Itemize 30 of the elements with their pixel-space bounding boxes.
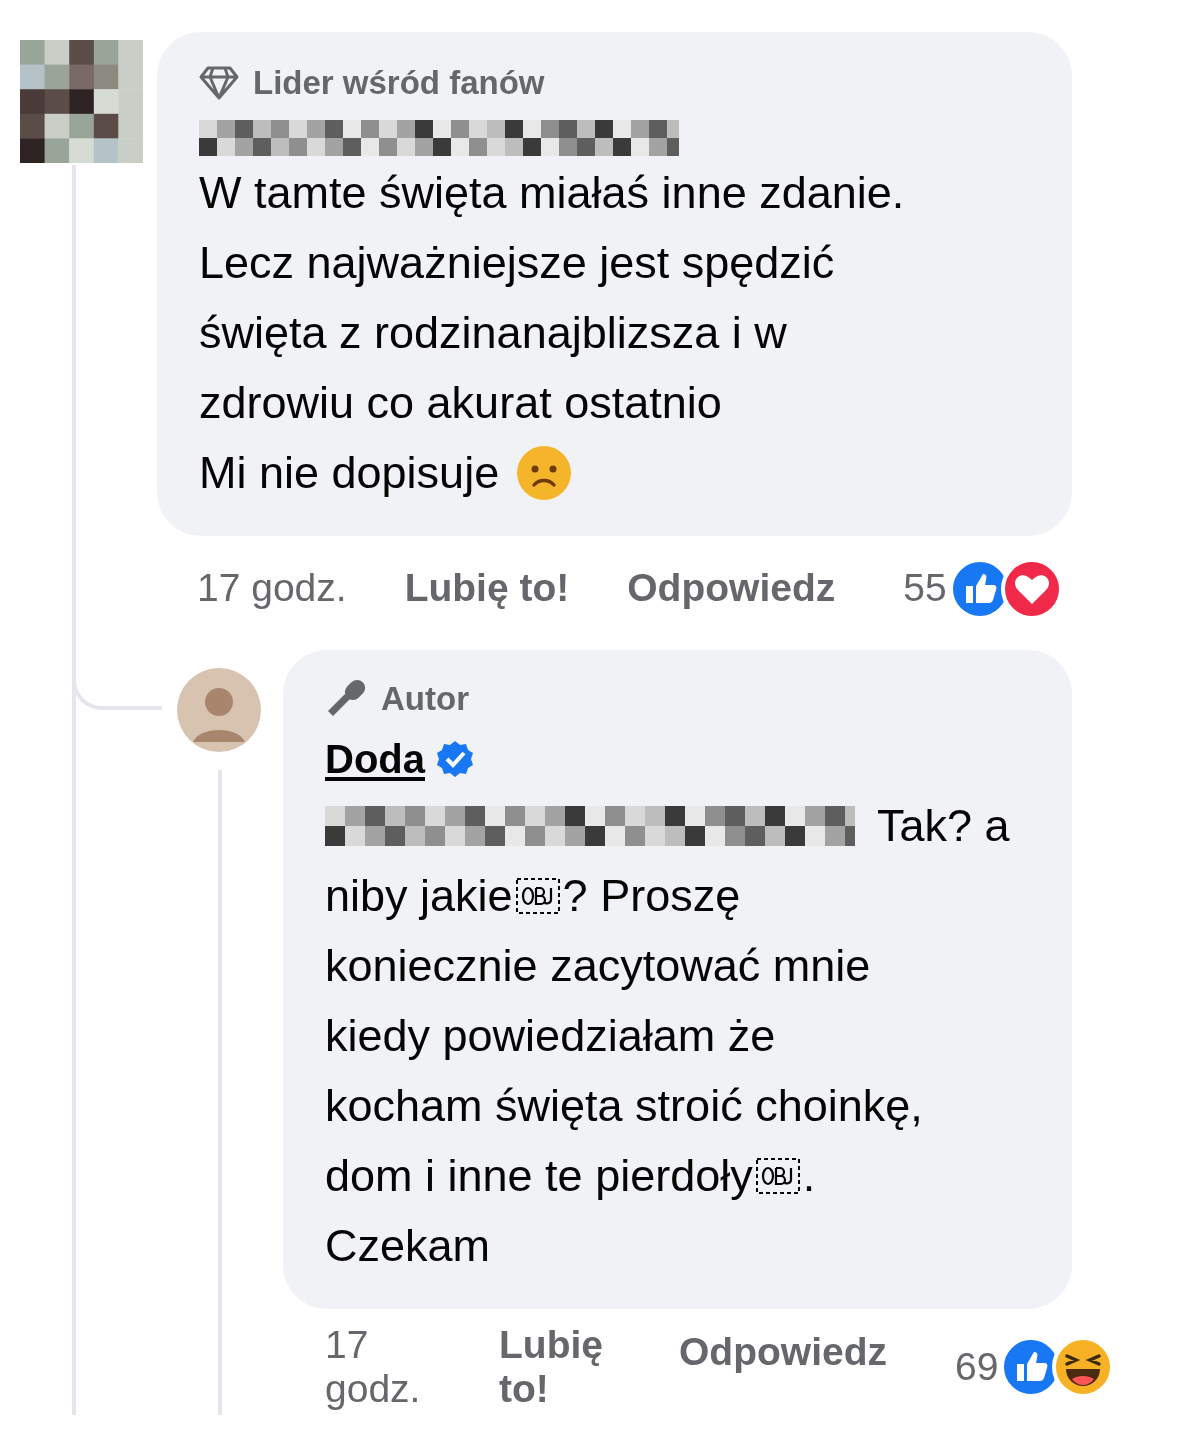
- comment-text: ? Proszę: [562, 869, 741, 924]
- comment-text: niby jakie: [325, 869, 513, 924]
- comment-text: kiedy powiedziałam że: [325, 1009, 776, 1064]
- avatar[interactable]: [177, 667, 261, 752]
- like-button[interactable]: Lubię to!: [404, 559, 570, 618]
- comment-text: Czekam: [325, 1219, 491, 1274]
- badge-label: Lider wśród fanów: [253, 63, 545, 103]
- author-name[interactable]: Doda: [325, 729, 425, 789]
- like-button[interactable]: Lubię to!: [499, 1323, 619, 1411]
- comment-text: Mi nie dopisuje: [199, 445, 500, 500]
- object-placeholder-icon: [754, 1156, 801, 1196]
- reply-button[interactable]: Odpowiedz: [679, 1323, 887, 1382]
- timestamp[interactable]: 17 godz.: [197, 559, 347, 618]
- comment-text: kocham święta stroić choinkę,: [325, 1079, 923, 1134]
- badge-label: Autor: [381, 678, 469, 719]
- diamond-icon: [199, 64, 239, 101]
- comment-text: dom i inne te pierdoły: [325, 1149, 753, 1204]
- comment-text: W tamte święta miałaś inne zdanie.: [199, 165, 905, 220]
- timestamp[interactable]: 17 godz.: [325, 1323, 445, 1411]
- reaction-count[interactable]: 69: [955, 1337, 999, 1397]
- comment-text: koniecznie zacytować mnie: [325, 939, 871, 994]
- object-placeholder-icon: [514, 876, 561, 916]
- comment-text: Tak? a: [877, 799, 1010, 854]
- comment-text: zdrowiu co akurat ostatnio: [199, 375, 722, 430]
- frowning-emoji-icon: [515, 443, 574, 502]
- comment-text: święta z rodzinanajblizsza i w: [199, 305, 787, 360]
- comment-text: Lecz najważniejsze jest spędzić: [199, 235, 835, 290]
- reaction-count[interactable]: 55: [903, 559, 947, 618]
- reply-button[interactable]: Odpowiedz: [627, 559, 836, 618]
- comment-text: .: [802, 1149, 816, 1204]
